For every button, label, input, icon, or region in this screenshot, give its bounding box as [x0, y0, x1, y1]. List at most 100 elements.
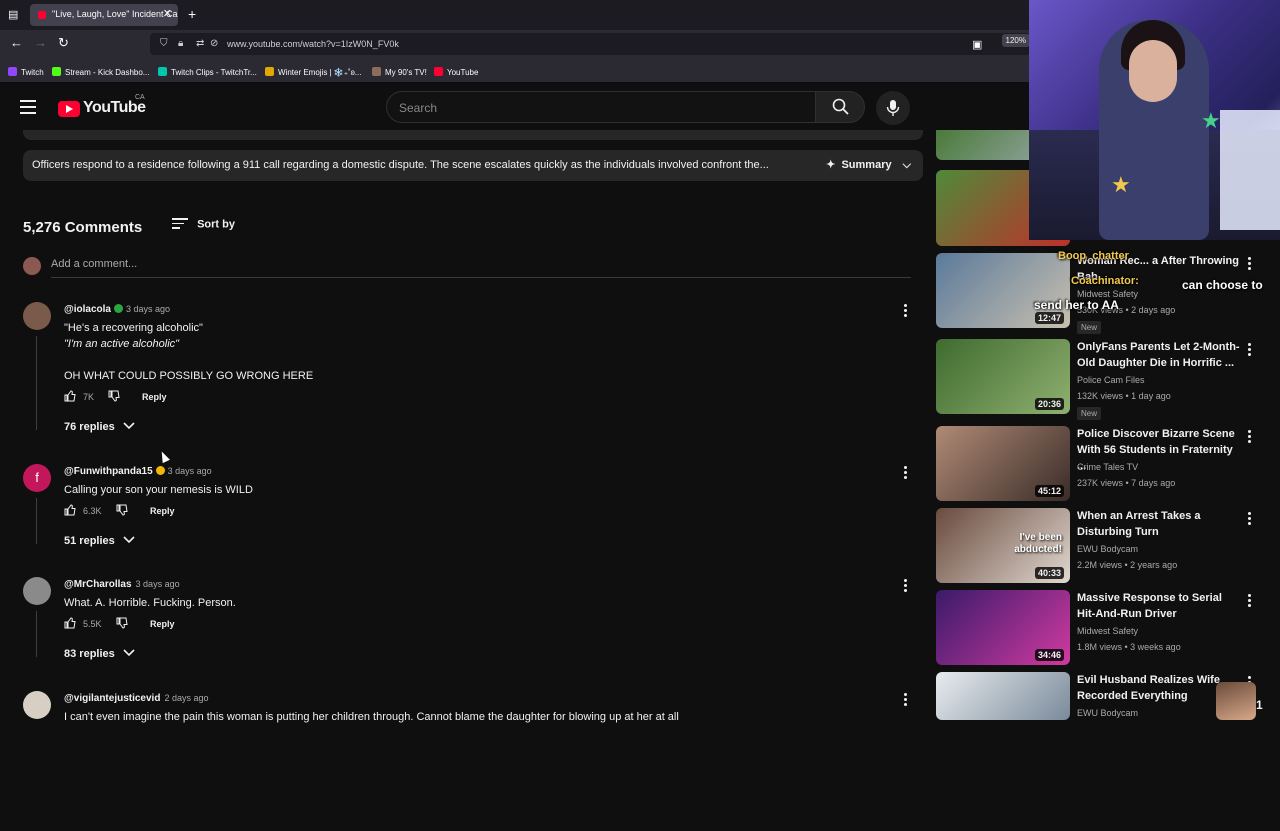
thread-line: [36, 336, 37, 430]
video-thumbnail[interactable]: I've been abducted! 40:33: [936, 508, 1070, 583]
bookmark-item[interactable]: YouTube: [434, 67, 478, 77]
comment-time[interactable]: 3 days ago: [168, 466, 212, 476]
reload-icon[interactable]: ↻: [58, 35, 69, 51]
video-title[interactable]: Massive Response to Serial Hit-And-Run D…: [1077, 590, 1243, 622]
sort-by-label: Sort by: [197, 218, 235, 231]
comment-text-line: "I'm an active alcoholic": [64, 338, 180, 350]
video-title[interactable]: OnlyFans Parents Let 2-Month-Old Daughte…: [1077, 339, 1243, 371]
video-menu-icon[interactable]: [1248, 512, 1252, 527]
comment-text-line: What. A. Horrible. Fucking. Person.: [64, 597, 236, 609]
dislike-icon[interactable]: [116, 504, 128, 518]
comment-menu-icon[interactable]: [904, 304, 908, 319]
view-replies-button[interactable]: 83 replies: [64, 648, 135, 660]
comment-avatar[interactable]: [23, 302, 51, 330]
comment-count: 5,276 Comments: [23, 219, 143, 236]
comment-avatar[interactable]: [23, 577, 51, 605]
video-menu-icon[interactable]: [1248, 594, 1252, 609]
close-tab-icon[interactable]: ✕: [163, 7, 172, 20]
view-replies-button[interactable]: 51 replies: [64, 535, 135, 547]
search-button[interactable]: [815, 91, 865, 123]
new-tab-icon[interactable]: +: [188, 6, 196, 22]
video-thumbnail[interactable]: 20:36: [936, 339, 1070, 414]
voice-search-button[interactable]: [876, 91, 910, 125]
channel-name[interactable]: Midwest Safety: [1077, 626, 1138, 636]
video-menu-icon[interactable]: [1248, 343, 1252, 358]
comment-time[interactable]: 3 days ago: [126, 304, 170, 314]
tracking-off-icon[interactable]: ⊘: [210, 38, 218, 49]
chevron-down-icon: ⌵: [902, 159, 911, 171]
comment-text-line: OH WHAT COULD POSSIBLY GO WRONG HERE: [64, 370, 314, 382]
bookmark-item[interactable]: Twitch Clips - TwitchTr...: [158, 67, 257, 77]
bookmark-favicon-icon: [265, 67, 274, 76]
video-thumbnail[interactable]: [936, 672, 1070, 720]
view-replies-button[interactable]: 76 replies: [64, 421, 135, 433]
add-comment-input[interactable]: Add a comment...: [51, 258, 911, 278]
star-icon: ★: [1201, 108, 1221, 133]
comment-header: @MrCharollas 3 days ago: [64, 579, 180, 590]
channel-name[interactable]: Crime Tales TV: [1077, 462, 1138, 472]
comment-menu-icon[interactable]: [904, 579, 908, 594]
video-thumbnail[interactable]: 34:46: [936, 590, 1070, 665]
comment-author[interactable]: @iolacola: [64, 304, 111, 315]
youtube-play-icon: [58, 101, 80, 117]
streamer-webcam: ★ ★: [1029, 0, 1280, 240]
recommended-video[interactable]: 45:12 Police Discover Bizarre Scene With …: [936, 426, 1276, 506]
comment-text-line: Calling your son your nemesis is WILD: [64, 484, 253, 496]
comment-author[interactable]: @Funwithpanda15: [64, 466, 153, 477]
reply-button[interactable]: Reply: [150, 619, 175, 629]
lock-icon[interactable]: 🔒︎: [178, 38, 183, 49]
dislike-icon[interactable]: [108, 390, 120, 404]
chat-message: can choose to send her to AA: [1034, 278, 1263, 312]
like-icon[interactable]: [64, 504, 76, 518]
back-icon[interactable]: ←: [10, 35, 23, 50]
bookmark-item[interactable]: Twitch: [8, 67, 44, 77]
recommended-video[interactable]: 34:46 Massive Response to Serial Hit-And-…: [936, 590, 1276, 670]
comment-time[interactable]: 2 days ago: [164, 693, 208, 703]
reader-view-icon[interactable]: ▣: [972, 38, 982, 51]
channel-name[interactable]: Police Cam Files: [1077, 375, 1145, 385]
reply-button[interactable]: Reply: [142, 392, 167, 402]
comment-author[interactable]: @vigilantejusticevid: [64, 693, 160, 704]
recommended-video[interactable]: I've been abducted! 40:33 When an Arrest T…: [936, 508, 1276, 588]
thread-line: [36, 611, 37, 657]
bookmark-item[interactable]: Stream - Kick Dashbo...: [52, 67, 149, 77]
permissions-icon[interactable]: ⇄: [196, 38, 204, 49]
channel-name[interactable]: EWU Bodycam: [1077, 708, 1138, 718]
comment-author[interactable]: @MrCharollas: [64, 579, 132, 590]
video-menu-icon[interactable]: [1248, 257, 1252, 272]
browser-tab[interactable]: "Live, Laugh, Love" Incident Ca ✕: [30, 4, 178, 26]
ai-summary-bar[interactable]: Officers respond to a residence followin…: [23, 150, 923, 181]
video-duration: 45:12: [1034, 485, 1064, 497]
comment-avatar[interactable]: [23, 691, 51, 719]
comment-avatar[interactable]: f: [23, 464, 51, 492]
video-thumbnail[interactable]: 45:12: [936, 426, 1070, 501]
search-input[interactable]: Search: [386, 91, 816, 123]
comment-thread: @iolacola 3 days ago "He's a recovering al…: [0, 302, 930, 442]
like-icon[interactable]: [64, 617, 76, 631]
sort-by-button[interactable]: Sort by: [172, 218, 235, 232]
comment-menu-icon[interactable]: [904, 466, 908, 481]
summary-button[interactable]: ✦ Summary ⌵: [826, 158, 911, 172]
channel-name[interactable]: EWU Bodycam: [1077, 544, 1138, 554]
video-menu-icon[interactable]: [1248, 430, 1252, 445]
video-duration: 20:36: [1034, 398, 1064, 410]
forward-icon[interactable]: →: [34, 35, 47, 50]
dislike-icon[interactable]: [116, 617, 128, 631]
comment-time[interactable]: 3 days ago: [136, 579, 180, 589]
bookmark-item[interactable]: My 90's TV!: [372, 67, 427, 77]
video-duration: 40:33: [1034, 567, 1064, 579]
member-badge-icon: [155, 466, 165, 475]
video-title[interactable]: When an Arrest Takes a Disturbing Turn: [1077, 508, 1243, 540]
recommended-video[interactable]: 20:36 OnlyFans Parents Let 2-Month-Old Da…: [936, 339, 1276, 420]
comment-menu-icon[interactable]: [904, 693, 908, 708]
bookmark-item[interactable]: Winter Emojis | ❄️₊˚ʚ...: [265, 67, 361, 77]
tab-list-icon[interactable]: ▤: [8, 8, 18, 21]
like-icon[interactable]: [64, 390, 76, 404]
like-count: 6.3K: [83, 506, 102, 516]
hamburger-menu-icon[interactable]: [20, 100, 36, 114]
zoom-level[interactable]: 120%: [1001, 34, 1030, 47]
reply-button[interactable]: Reply: [150, 506, 175, 516]
search-icon: [832, 98, 849, 115]
shield-icon[interactable]: ⛉: [160, 38, 168, 49]
address-bar[interactable]: ⛉ 🔒︎ ⇄ ⊘ www.youtube.com/watch?v=1IzW0N_…: [150, 33, 1030, 55]
